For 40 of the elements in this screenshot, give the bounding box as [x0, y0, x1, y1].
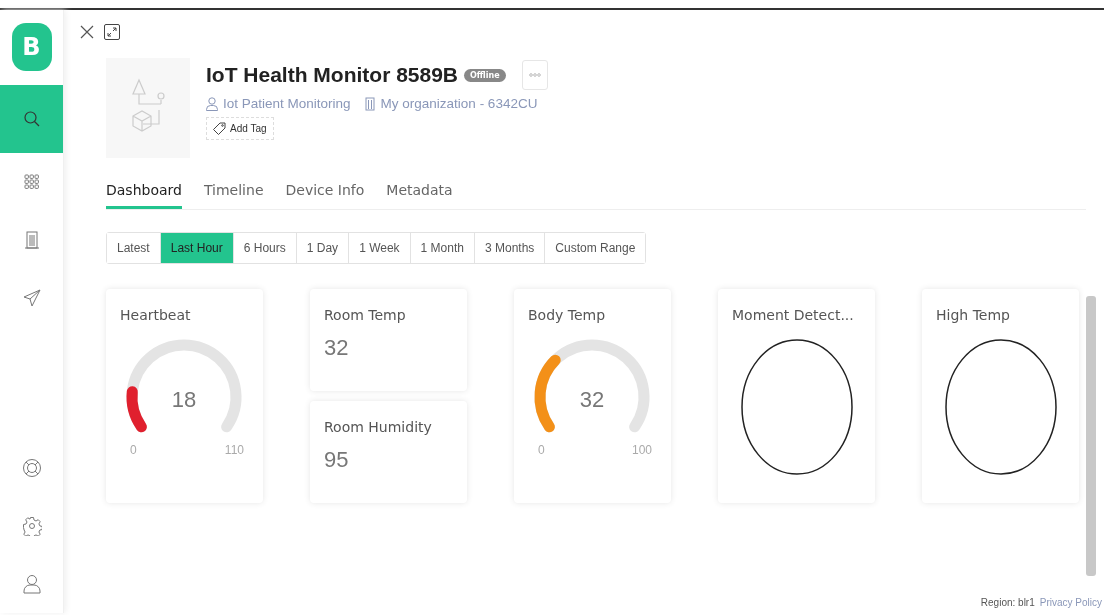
widget-title: High Temp	[936, 307, 1011, 323]
widget-title: Room Temp	[324, 307, 407, 323]
search-icon	[22, 110, 41, 128]
user-icon	[206, 96, 218, 111]
tab[interactable]: Device Info	[285, 182, 365, 209]
widget-value: 95	[324, 447, 350, 473]
gauge-max: 100	[631, 443, 652, 457]
widget-title: Moment Detect...	[732, 307, 855, 323]
scrollbar[interactable]	[1086, 296, 1096, 576]
widget-title: Room Humidity	[324, 419, 433, 435]
region-label: Region: blr1	[980, 597, 1035, 608]
tab[interactable]: Metadata	[386, 182, 453, 209]
tab[interactable]: Dashboard	[106, 182, 182, 209]
user-icon	[22, 574, 41, 594]
gauge-min: 0	[538, 443, 545, 457]
building-icon	[363, 96, 376, 111]
tab[interactable]: Timeline	[203, 182, 264, 209]
close-icon[interactable]	[80, 25, 94, 39]
time-range-button[interactable]: Last Hour	[160, 233, 234, 263]
collapse-icon[interactable]	[104, 24, 120, 40]
gauge-max: 110	[224, 443, 244, 457]
widget-title: Heartbeat	[120, 307, 192, 323]
gauge-value: 32	[578, 387, 606, 413]
gauge-value: 18	[170, 387, 198, 413]
status-badge: Offline	[464, 68, 506, 82]
tag-icon	[213, 122, 226, 135]
widget-title: Body Temp	[528, 307, 607, 323]
settings-icon	[21, 516, 42, 536]
building-icon	[23, 231, 40, 249]
time-range-button[interactable]: Latest	[107, 233, 161, 263]
device-title: IoT Health Monitor 8589B	[206, 63, 459, 87]
lifebuoy-icon	[21, 458, 42, 478]
more-button[interactable]	[521, 60, 548, 90]
ellipsis-icon	[528, 73, 541, 77]
grid-icon	[23, 174, 40, 190]
widget-value: 32	[324, 335, 350, 361]
add-tag-button[interactable]: Add Tag	[206, 117, 274, 140]
search-nav-item[interactable]	[0, 85, 63, 153]
gauge-min: 0	[130, 443, 137, 457]
paper-plane-icon	[22, 289, 41, 307]
